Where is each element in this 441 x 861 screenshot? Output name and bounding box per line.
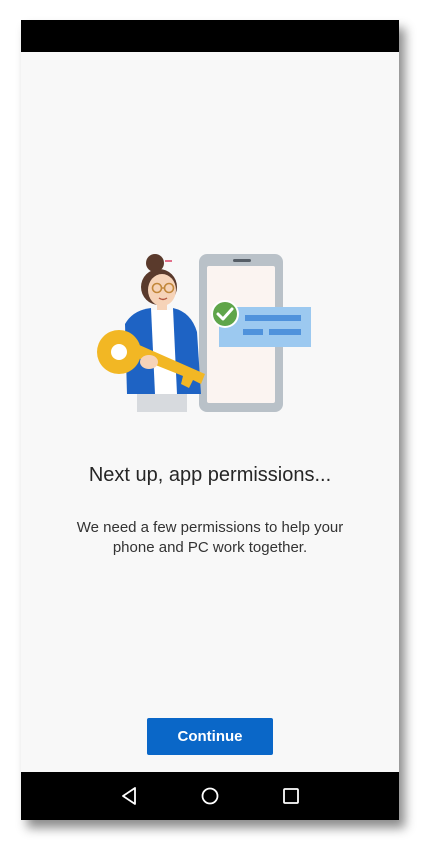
permissions-illustration (97, 254, 311, 412)
recent-apps-icon[interactable] (279, 784, 303, 808)
navigation-bar (21, 772, 399, 820)
phone-screen: Next up, app permissions... We need a fe… (21, 20, 399, 820)
screenshot-canvas: Next up, app permissions... We need a fe… (0, 0, 441, 861)
woman-figure (125, 254, 201, 412)
continue-button[interactable]: Continue (147, 718, 273, 755)
check-badge-icon (211, 300, 239, 328)
status-bar (21, 20, 399, 52)
page-title: Next up, app permissions... (88, 464, 332, 486)
permissions-description: We need a few permissions to help your p… (76, 519, 344, 556)
onboarding-content: Next up, app permissions... We need a fe… (21, 52, 399, 772)
back-icon[interactable] (118, 784, 142, 808)
home-icon[interactable] (198, 784, 222, 808)
